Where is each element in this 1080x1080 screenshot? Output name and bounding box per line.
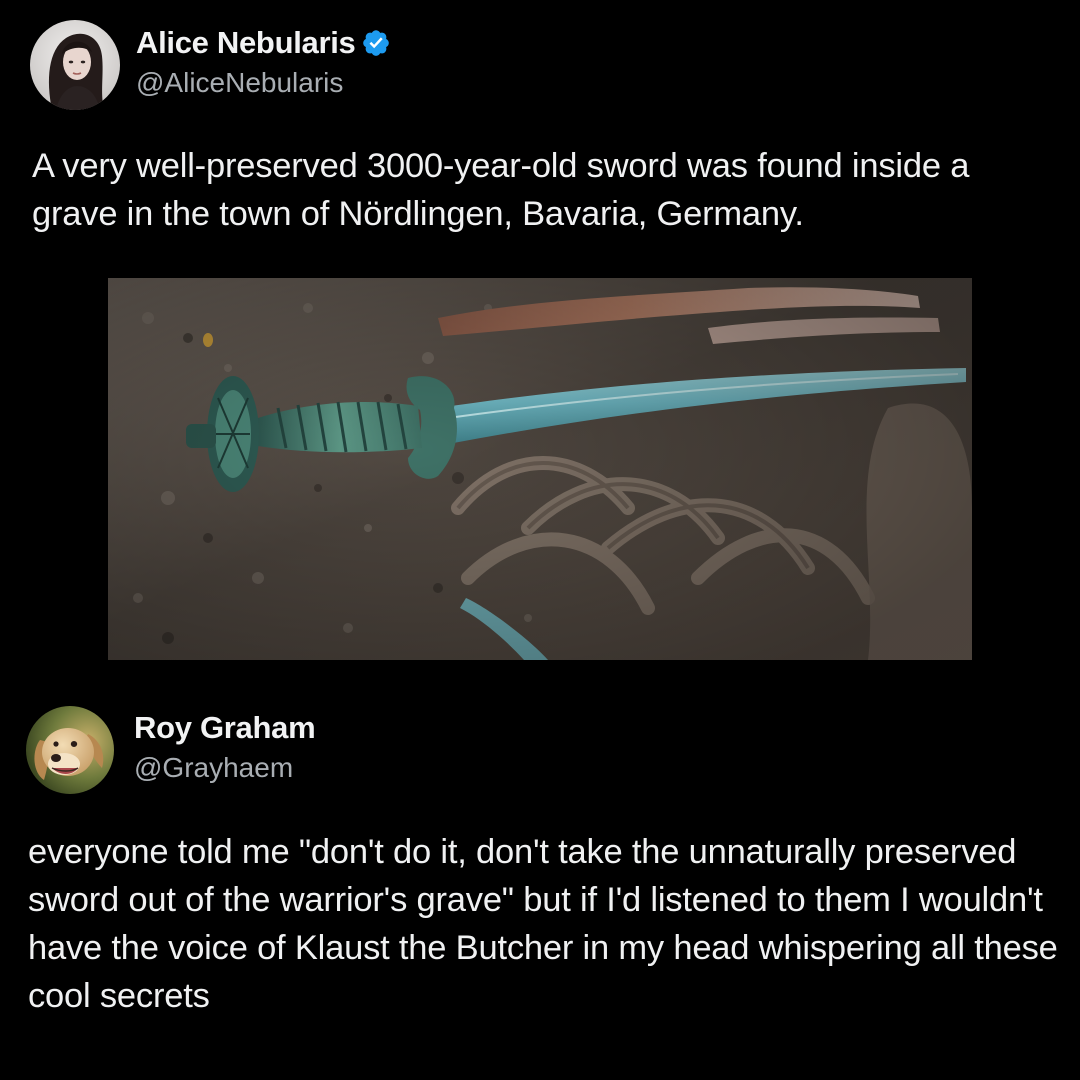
display-name-row: Roy Graham — [134, 710, 316, 746]
bronze-sword-in-grave-photo[interactable] — [108, 278, 972, 660]
golden-retriever-avatar-icon[interactable] — [26, 706, 114, 794]
author-handle[interactable]: @Grayhaem — [134, 752, 315, 784]
display-name[interactable]: Roy Graham — [134, 710, 316, 746]
author-names: Roy Graham @Grayhaem — [134, 710, 316, 784]
tweet-author-header: Alice Nebularis @AliceNebularis — [30, 20, 391, 110]
verified-badge-icon — [361, 28, 391, 58]
author-handle[interactable]: @AliceNebularis — [136, 67, 391, 99]
tweet-author-header: Roy Graham @Grayhaem — [26, 706, 316, 794]
woman-portrait-avatar-icon[interactable] — [30, 20, 120, 110]
tweet-text: A very well-preserved 3000-year-old swor… — [32, 147, 970, 233]
display-name[interactable]: Alice Nebularis — [136, 25, 356, 61]
tweet-text: everyone told me "don't do it, don't tak… — [28, 833, 1058, 1015]
display-name-row: Alice Nebularis — [136, 25, 391, 61]
author-names: Alice Nebularis @AliceNebularis — [136, 25, 391, 99]
